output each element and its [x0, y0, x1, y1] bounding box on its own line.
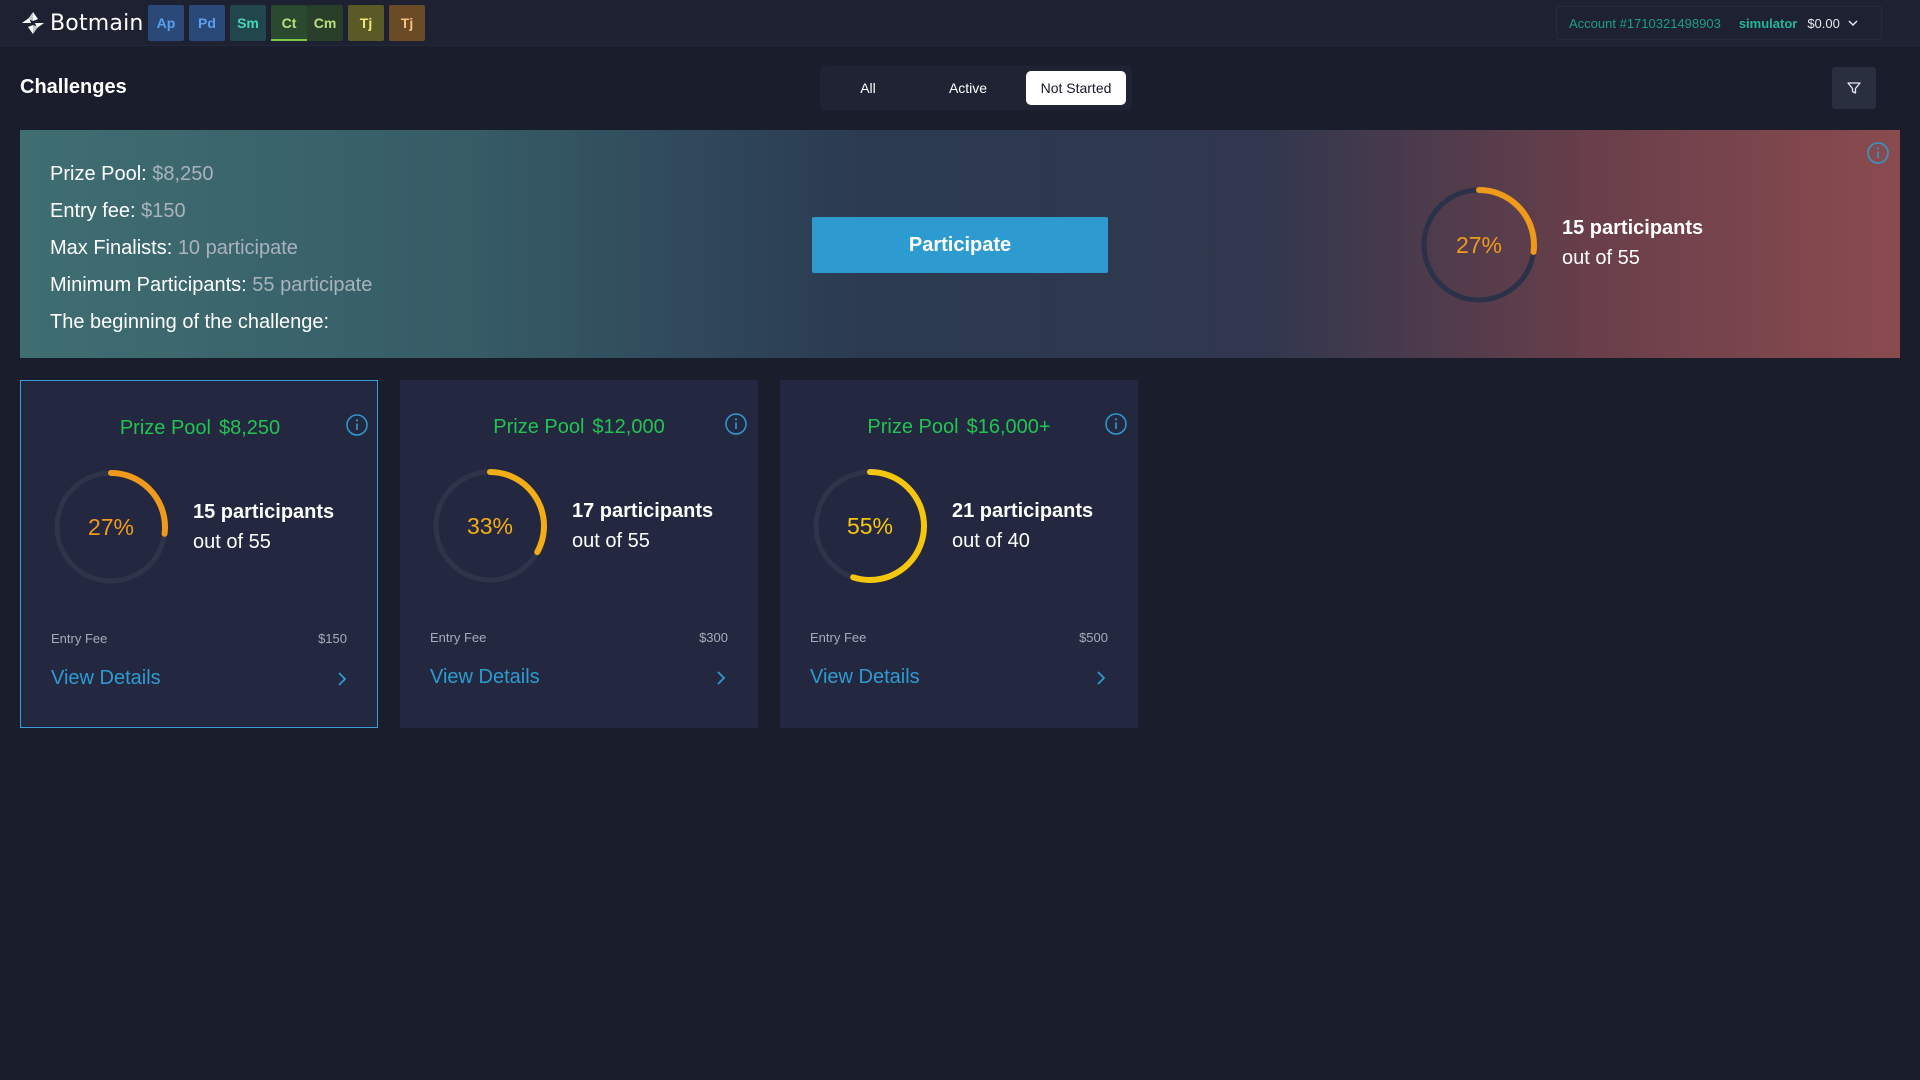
progress-ring: 27%: [1418, 184, 1540, 306]
participants-count: 21 participants out of 40: [952, 496, 1093, 556]
beginning-label: The beginning of the challenge:: [50, 311, 330, 333]
app-tile-ap[interactable]: Ap: [148, 5, 184, 41]
app-tile-label: Ap: [156, 15, 176, 31]
app-tile-label: Tj: [359, 15, 373, 31]
prize-pool-label: Prize Pool: [119, 417, 211, 439]
entry-fee-value: $500: [1079, 630, 1108, 645]
progress-ring: 55%: [810, 466, 930, 586]
card-prize-pool: Prize Pool $16,000+: [780, 416, 1138, 439]
app-switcher: Ap Pd Sm Ct Cm Tj Tj: [148, 5, 430, 41]
progress-percent: 27%: [1455, 231, 1503, 258]
entry-fee-label: Entry Fee: [51, 631, 108, 646]
app-tile-label: Cm: [313, 15, 337, 31]
challenge-card[interactable]: Prize Pool $8,250 27% 15 participants out…: [20, 380, 378, 728]
app-tile-label: Sm: [237, 15, 259, 31]
entry-fee-row: Entry fee: $150: [50, 193, 372, 230]
entry-fee-value: $300: [699, 630, 728, 645]
chevron-right-icon[interactable]: [1093, 670, 1109, 686]
progress-percent: 27%: [87, 513, 135, 540]
challenge-details: Prize Pool: $8,250 Entry fee: $150 Max F…: [50, 156, 372, 341]
account-mode: simulator: [1738, 15, 1798, 31]
prize-pool-value: $8,250: [218, 417, 281, 439]
participate-button[interactable]: Participate: [812, 217, 1108, 273]
account-selector[interactable]: Account #1710321498903 simulator $0.00: [1556, 6, 1882, 40]
progress-percent: 33%: [466, 512, 514, 539]
chevron-down-icon: [1848, 20, 1858, 27]
entry-fee-value: $150: [318, 631, 347, 646]
app-tile-tj-2[interactable]: Tj: [389, 5, 425, 41]
challenge-card[interactable]: Prize Pool $16,000+ 55% 21 participants o…: [780, 380, 1138, 728]
prize-pool-label: Prize Pool: [493, 416, 585, 438]
app-tile-label: Pd: [198, 15, 216, 31]
participants-line: 15 participants: [1562, 217, 1704, 239]
account-id: Account #1710321498903: [1569, 15, 1721, 31]
progress-percent: 55%: [846, 512, 894, 539]
participants-total: out of 55: [572, 530, 650, 552]
participants-total: out of 55: [1562, 247, 1640, 269]
progress-ring: 27%: [51, 467, 171, 587]
app-tile-sm[interactable]: Sm: [230, 5, 266, 41]
card-prize-pool: Prize Pool $8,250: [21, 417, 379, 440]
prize-pool-label: Prize Pool:: [50, 163, 147, 185]
min-participants-label: Minimum Participants:: [50, 274, 247, 296]
app-tile-ct[interactable]: Ct: [271, 5, 307, 41]
featured-challenge-banner: Prize Pool: $8,250 Entry fee: $150 Max F…: [20, 130, 1900, 358]
chevron-right-icon[interactable]: [713, 670, 729, 686]
beginning-row: The beginning of the challenge:: [50, 304, 372, 341]
participants-line: 21 participants: [952, 500, 1094, 522]
progress-ring: 33%: [430, 466, 550, 586]
tab-all[interactable]: All: [826, 71, 910, 105]
tab-not-started[interactable]: Not Started: [1026, 71, 1126, 105]
app-tile-cm[interactable]: Cm: [307, 5, 343, 41]
app-tile-label: Ct: [281, 15, 297, 31]
prize-pool-value: $12,000: [592, 416, 665, 438]
info-icon[interactable]: [345, 413, 369, 437]
view-details-link[interactable]: View Details: [430, 666, 540, 689]
brand-name: Botmain: [50, 10, 144, 36]
tab-active[interactable]: Active: [910, 71, 1026, 105]
entry-fee-value: $150: [141, 200, 186, 222]
entry-fee-label: Entry Fee: [430, 630, 487, 645]
filter-icon: [1847, 82, 1861, 94]
entry-fee-label: Entry Fee: [810, 630, 867, 645]
prize-pool-row: Prize Pool: $8,250: [50, 156, 372, 193]
max-finalists-row: Max Finalists: 10 participate: [50, 230, 372, 267]
status-filter-tabs: All Active Not Started: [820, 66, 1132, 110]
page-title: Challenges: [20, 76, 127, 98]
participants-total: out of 40: [952, 530, 1030, 552]
card-prize-pool: Prize Pool $12,000: [400, 416, 758, 439]
view-details-link[interactable]: View Details: [810, 666, 920, 689]
min-participants-row: Minimum Participants: 55 participate: [50, 267, 372, 304]
view-details-link[interactable]: View Details: [51, 667, 161, 690]
app-tile-label: Tj: [400, 15, 414, 31]
participants-count: 15 participants out of 55: [193, 497, 334, 557]
info-icon[interactable]: [1866, 141, 1890, 165]
info-icon[interactable]: [724, 412, 748, 436]
chevron-right-icon[interactable]: [334, 671, 350, 687]
account-balance: $0.00: [1807, 15, 1840, 31]
brand-logo[interactable]: Botmain: [20, 9, 144, 37]
info-icon[interactable]: [1104, 412, 1128, 436]
max-finalists-label: Max Finalists:: [50, 237, 173, 259]
top-bar: Botmain Ap Pd Sm Ct Cm Tj Tj Account #17…: [0, 0, 1920, 46]
prize-pool-label: Prize Pool: [867, 416, 959, 438]
prize-pool-value: $16,000+: [966, 416, 1051, 438]
min-participants-value: 55 participate: [252, 274, 373, 296]
participants-count: 17 participants out of 55: [572, 496, 713, 556]
botmain-logo-icon: [22, 12, 44, 34]
participants-line: 17 participants: [572, 500, 714, 522]
app-tile-tj[interactable]: Tj: [348, 5, 384, 41]
filter-button[interactable]: [1832, 67, 1876, 109]
participants-total: out of 55: [193, 531, 271, 553]
active-indicator: [271, 39, 307, 41]
app-tile-pd[interactable]: Pd: [189, 5, 225, 41]
prize-pool-value: $8,250: [152, 163, 214, 185]
challenge-card[interactable]: Prize Pool $12,000 33% 17 participants ou…: [400, 380, 758, 728]
participants-line: 15 participants: [193, 501, 335, 523]
participants-count: 15 participants out of 55: [1562, 213, 1703, 273]
max-finalists-value: 10 participate: [177, 237, 298, 259]
entry-fee-label: Entry fee:: [50, 200, 136, 222]
